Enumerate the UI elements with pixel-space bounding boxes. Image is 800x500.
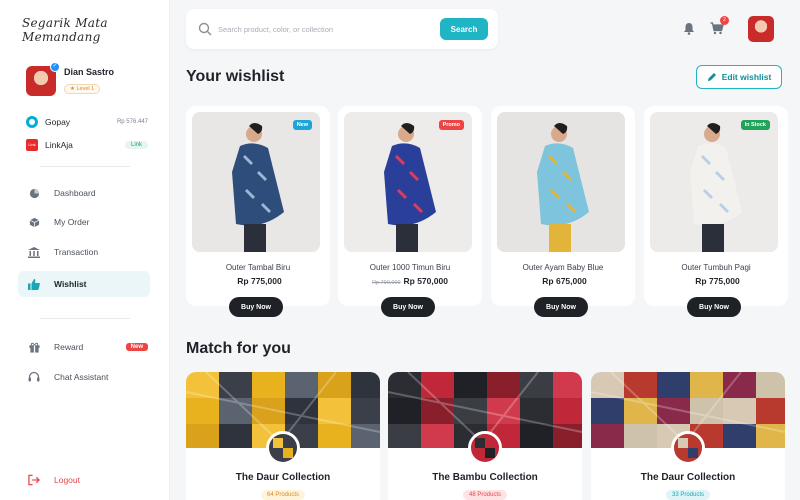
pencil-icon [707, 73, 716, 81]
pie-chart-icon [28, 187, 40, 199]
buy-now-button[interactable]: Buy Now [381, 297, 435, 317]
collection-thumbnail [266, 431, 300, 465]
product-price-row: Rp 790,000 Rp 570,000 [338, 276, 482, 286]
nav-label: Reward [54, 342, 84, 352]
product-price: Rp 775,000 [237, 276, 282, 286]
nav-item-wishlist[interactable]: Wishlist [18, 271, 150, 297]
logout-icon [28, 474, 40, 486]
product-price-row: Rp 675,000 [491, 276, 635, 286]
header-avatar[interactable] [748, 16, 774, 42]
bank-icon [28, 246, 40, 258]
link-button[interactable]: Link [124, 141, 148, 149]
search-bar: Search [186, 9, 498, 49]
edit-wishlist-label: Edit wishlist [721, 72, 772, 82]
collection-card[interactable]: The Bambu Collection 48 Products [388, 372, 582, 500]
wallet-name: Gopay [45, 117, 71, 127]
nav-item-reward[interactable]: Reward New [18, 334, 150, 360]
product-name: Outer Ayam Baby Blue [522, 263, 604, 272]
product-image[interactable]: Promo [344, 112, 472, 252]
collection-name: The Daur Collection [640, 472, 736, 483]
user-name: Dian Sastro [64, 67, 115, 77]
product-name: Outer Tambal Biru [225, 263, 291, 272]
edit-wishlist-button[interactable]: Edit wishlist [696, 65, 782, 89]
wishlist-card[interactable]: New Outer Tambal Biru Rp 775,000 [186, 106, 330, 306]
product-name: Outer Tumbuh Pagi [681, 263, 751, 272]
nav-item-transaction[interactable]: Transaction [18, 239, 150, 265]
collection-name: The Daur Collection [235, 472, 331, 483]
thumbs-up-icon [28, 278, 40, 290]
nav-item-chat-assistant[interactable]: Chat Assistant [18, 364, 150, 390]
search-icon [198, 22, 212, 36]
collection-count-badge: 64 Products [260, 490, 306, 500]
collection-count-badge: 33 Products [665, 490, 711, 500]
logout-button[interactable]: Logout [18, 467, 150, 493]
wallet-name: LinkAja [45, 140, 73, 150]
product-image[interactable]: New [192, 112, 320, 252]
nav-label: Chat Assistant [54, 372, 109, 382]
nav-label: Transaction [54, 247, 99, 257]
product-price: Rp 675,000 [542, 276, 587, 286]
product-price-row: Rp 775,000 [186, 276, 330, 286]
nav-item-my-order[interactable]: My Order [18, 209, 150, 235]
collection-name: The Bambu Collection [432, 472, 538, 483]
collection-count-badge: 48 Products [462, 490, 508, 500]
product-tag: Promo [438, 120, 464, 130]
headset-icon [28, 371, 40, 383]
nav-label: My Order [54, 217, 90, 227]
level-label: Level 1 [76, 86, 95, 92]
buy-now-button[interactable]: Buy Now [534, 297, 588, 317]
collection-card[interactable]: The Daur Collection 64 Products [186, 372, 380, 500]
search-input[interactable] [218, 24, 440, 34]
match-title: Match for you [186, 340, 291, 357]
divider [40, 318, 130, 319]
product-image[interactable]: In Stock [650, 112, 778, 252]
verified-icon: ✓ [50, 62, 60, 72]
cart-icon[interactable]: 2 [709, 16, 729, 36]
linkaja-icon: Link Aja [26, 139, 38, 159]
product-old-price: Rp 790,000 [372, 280, 401, 286]
wallet-gopay[interactable]: Gopay Rp 576.447 [26, 116, 148, 128]
box-icon [28, 216, 40, 228]
wallet-balance: Rp 576.447 [116, 119, 148, 125]
product-price: Rp 570,000 [403, 276, 448, 286]
wishlist-title: Your wishlist [186, 68, 285, 85]
wishlist-card[interactable]: Outer Ayam Baby Blue Rp 675,000 [491, 106, 635, 306]
new-badge: New [125, 343, 148, 351]
nav-label: Logout [54, 475, 80, 485]
cart-count-badge: 2 [720, 16, 729, 25]
buy-now-button[interactable]: Buy Now [687, 297, 741, 317]
nav-label: Wishlist [54, 279, 87, 289]
buy-now-button[interactable]: Buy Now [229, 297, 283, 317]
sidebar: Segarik Mata Memandang ✓ Dian Sastro ★ L… [0, 0, 170, 500]
gopay-icon [26, 116, 38, 128]
wallet-linkaja[interactable]: Link Aja LinkAja Link [26, 139, 148, 159]
nav-item-dashboard[interactable]: Dashboard [18, 180, 150, 206]
collection-thumbnail [671, 431, 705, 465]
avatar[interactable]: ✓ [26, 62, 60, 96]
product-name: Outer 1000 Timun Biru [369, 263, 451, 272]
product-image[interactable] [497, 112, 625, 252]
wishlist-card[interactable]: Promo Outer 1000 Timun Biru Rp 790,000 Rp… [338, 106, 482, 306]
product-price-row: Rp 775,000 [644, 276, 788, 286]
product-tag: New [292, 120, 312, 130]
notification-bell-icon[interactable] [681, 20, 697, 36]
level-badge: ★ Level 1 [64, 84, 101, 94]
product-price: Rp 775,000 [695, 276, 740, 286]
collection-thumbnail [468, 431, 502, 465]
gift-icon [28, 341, 40, 353]
search-button[interactable]: Search [440, 18, 488, 40]
divider [40, 166, 130, 167]
wishlist-card[interactable]: In Stock Outer Tumbuh Pagi Rp 775,000 [644, 106, 788, 306]
collection-card[interactable]: The Daur Collection 33 Products [591, 372, 785, 500]
user-profile[interactable]: ✓ Dian Sastro ★ Level 1 [26, 62, 115, 96]
nav-label: Dashboard [54, 188, 96, 198]
product-tag: In Stock [740, 120, 770, 130]
brand-logo[interactable]: Segarik Mata Memandang [22, 16, 169, 44]
